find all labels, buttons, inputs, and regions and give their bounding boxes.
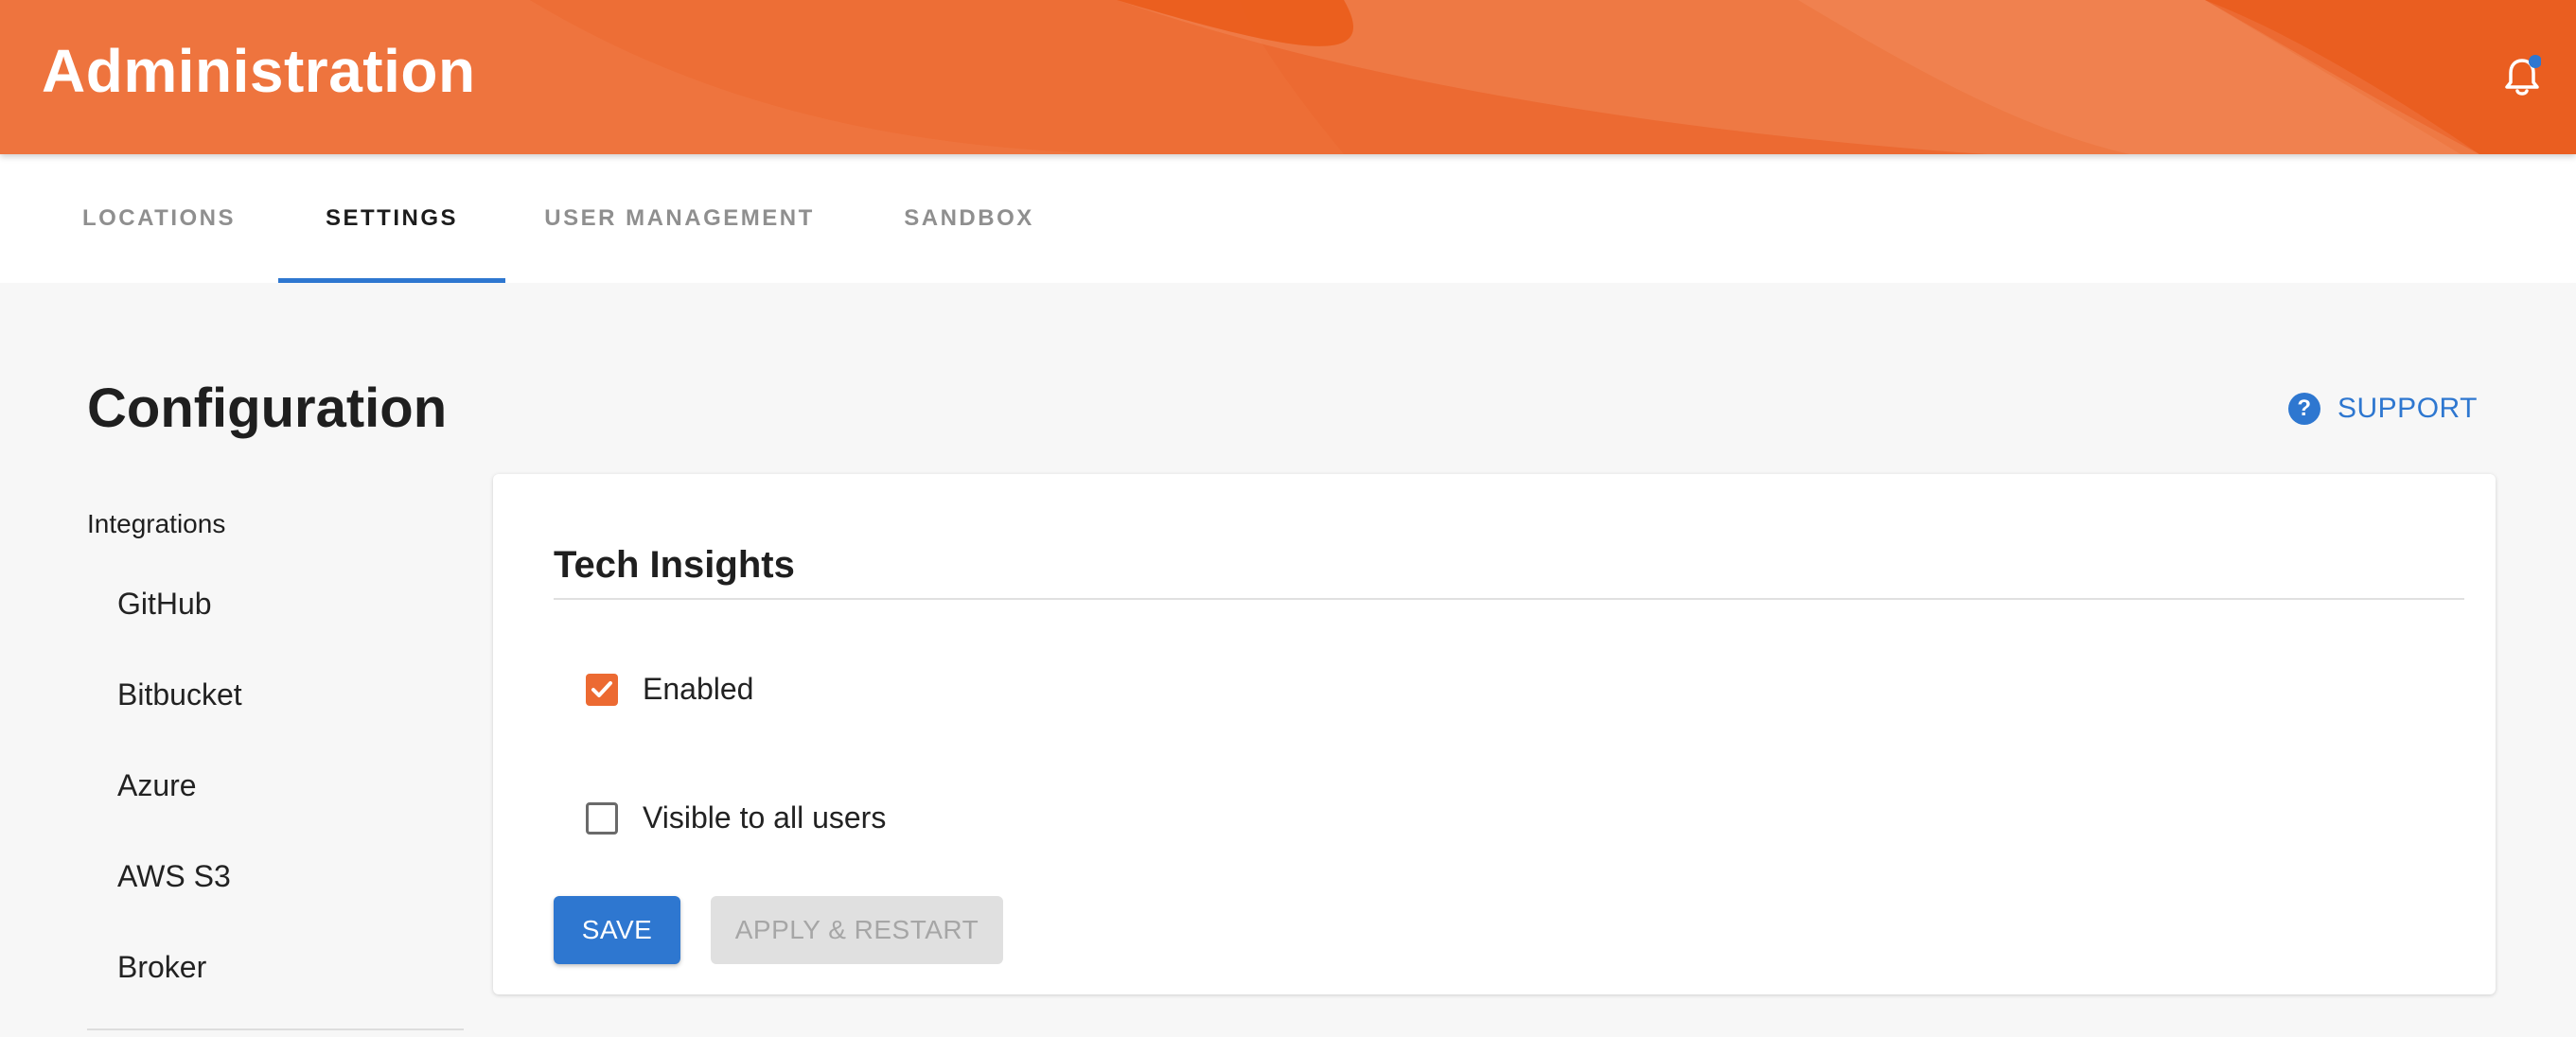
enabled-option[interactable]: Enabled <box>586 672 753 707</box>
apply-restart-button[interactable]: APPLY & RESTART <box>711 896 1003 964</box>
enabled-checkbox[interactable] <box>586 673 618 706</box>
app-title: Administration <box>42 37 476 105</box>
support-label: SUPPORT <box>2338 393 2478 424</box>
help-circle-icon: ? <box>2288 393 2320 425</box>
card-title: Tech Insights <box>554 544 795 586</box>
tab-settings[interactable]: SETTINGS <box>278 154 505 283</box>
checkmark-icon <box>591 680 612 697</box>
bell-icon[interactable] <box>2503 55 2541 98</box>
visible-to-all-users-checkbox[interactable] <box>586 801 618 835</box>
page-title: Configuration <box>87 378 448 439</box>
sidebar-divider <box>87 1028 464 1030</box>
card-divider <box>554 598 2464 600</box>
tab-user-management[interactable]: USER MANAGEMENT <box>526 154 833 283</box>
visible-to-all-users-option[interactable]: Visible to all users <box>586 800 886 835</box>
tab-bar: LOCATIONS SETTINGS USER MANAGEMENT SANDB… <box>0 154 2576 283</box>
tab-locations[interactable]: LOCATIONS <box>59 154 259 283</box>
sidebar-item-aws-s3[interactable]: AWS S3 <box>117 859 231 894</box>
sidebar-heading: Integrations <box>87 509 226 538</box>
app-header: Administration <box>0 0 2576 154</box>
sidebar-item-broker[interactable]: Broker <box>117 950 206 985</box>
tab-sandbox[interactable]: SANDBOX <box>873 154 1066 283</box>
active-tab-indicator <box>278 278 505 283</box>
support-link[interactable]: ? SUPPORT <box>2288 390 2478 428</box>
tech-insights-card: Tech Insights Enabled Visible to all use… <box>493 474 2496 994</box>
enabled-label: Enabled <box>643 672 754 706</box>
save-button[interactable]: SAVE <box>554 896 680 964</box>
visible-to-all-users-label: Visible to all users <box>643 800 887 835</box>
sidebar-item-bitbucket[interactable]: Bitbucket <box>117 677 242 712</box>
sidebar-item-azure[interactable]: Azure <box>117 768 197 803</box>
sidebar-item-github[interactable]: GitHub <box>117 587 212 622</box>
